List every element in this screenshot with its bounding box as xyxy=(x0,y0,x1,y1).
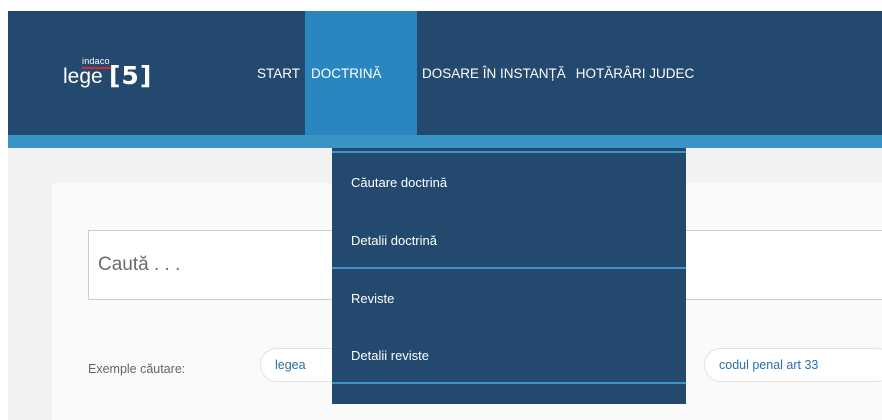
nav-item-doctrina[interactable]: DOCTRINĂ xyxy=(305,11,418,135)
main-nav: START DOCTRINĂ DOSARE ÎN INSTANȚĂ HOTĂRÂ… xyxy=(252,11,699,135)
accent-strip xyxy=(8,135,882,148)
doctrina-dropdown-menu: Căutare doctrină Detalii doctrină Revist… xyxy=(332,148,686,404)
dropdown-item-detalii-doctrina[interactable]: Detalii doctrină xyxy=(351,233,437,248)
nav-item-hotarari[interactable]: HOTĂRÂRI JUDEC xyxy=(571,11,700,135)
examples-label: Exemple căutare: xyxy=(88,362,186,376)
logo-number: [5] xyxy=(109,61,153,90)
example-chip-codul-penal[interactable]: codul penal art 33 xyxy=(704,348,882,382)
dropdown-item-reviste[interactable]: Reviste xyxy=(351,291,394,306)
nav-item-start[interactable]: START xyxy=(252,11,305,135)
dropdown-item-cautare-doctrina[interactable]: Căutare doctrină xyxy=(351,175,447,190)
nav-item-dosare[interactable]: DOSARE ÎN INSTANȚĂ xyxy=(417,11,571,135)
dropdown-divider xyxy=(332,267,686,269)
logo-word: lege xyxy=(63,65,103,88)
dropdown-item-detalii-reviste[interactable]: Detalii reviste xyxy=(351,348,429,363)
dropdown-divider xyxy=(332,151,686,153)
dropdown-divider xyxy=(332,382,686,384)
